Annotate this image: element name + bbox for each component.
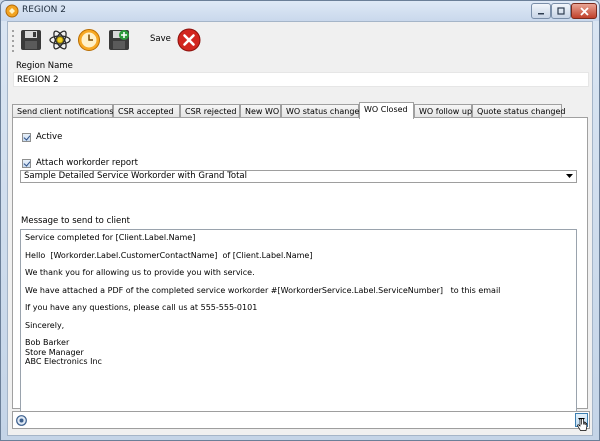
history-button[interactable] bbox=[76, 26, 102, 54]
tab-send-client-notifications[interactable]: Send client notifications bbox=[12, 104, 113, 118]
form-client-area: Save Region Name REGION 2 Send client no… bbox=[7, 21, 593, 436]
title-bar[interactable]: REGION 2 bbox=[1, 1, 599, 21]
report-template-value: Sample Detailed Service Workorder with G… bbox=[24, 171, 248, 181]
wo-closed-tab-page: Active Attach workorder report Sample De… bbox=[12, 117, 588, 425]
minimize-icon bbox=[538, 13, 544, 15]
clock-icon bbox=[78, 29, 100, 51]
window-title: REGION 2 bbox=[22, 5, 66, 15]
app-icon bbox=[5, 4, 19, 18]
message-line: Service completed for [Client.Label.Name… bbox=[25, 233, 196, 242]
active-checkbox[interactable] bbox=[22, 133, 31, 142]
tab-quote-status-changed[interactable]: Quote status changed bbox=[472, 104, 566, 118]
close-icon bbox=[579, 6, 589, 16]
save-button[interactable]: Save bbox=[150, 34, 171, 44]
ok-circle-icon bbox=[16, 415, 27, 426]
tab-wo-follow-up[interactable]: WO follow up bbox=[414, 104, 472, 118]
close-window-button[interactable] bbox=[571, 3, 597, 19]
message-line: Hello [Workorder.Label.CustomerContactNa… bbox=[25, 250, 313, 260]
tab-wo-closed[interactable]: WO Closed bbox=[359, 102, 414, 119]
report-template-select[interactable]: Sample Detailed Service Workorder with G… bbox=[20, 170, 577, 183]
tab-csr-accepted[interactable]: CSR accepted bbox=[113, 104, 180, 118]
chevron-down-icon bbox=[566, 174, 573, 178]
floppy-disk-plus-icon bbox=[109, 30, 129, 50]
minimize-button[interactable] bbox=[531, 3, 551, 19]
atom-icon bbox=[49, 30, 71, 50]
region-name-input[interactable]: REGION 2 bbox=[13, 72, 589, 87]
attach-workorder-report-label: Attach workorder report bbox=[36, 158, 138, 168]
delete-button[interactable] bbox=[176, 26, 202, 54]
maximize-button[interactable] bbox=[551, 3, 571, 19]
message-line: If you have any questions, please call u… bbox=[25, 303, 258, 312]
message-line: Store Manager bbox=[25, 347, 84, 357]
footer-bar bbox=[12, 411, 590, 431]
message-line: ABC Electronics Inc bbox=[25, 357, 102, 366]
tab-csr-rejected[interactable]: CSR rejected bbox=[180, 104, 240, 118]
application-window: REGION 2 Save Region Name REGION 2 Send … bbox=[0, 0, 600, 441]
delete-icon bbox=[177, 28, 201, 52]
save-new-button[interactable] bbox=[106, 26, 132, 54]
tab-new-wo[interactable]: New WO bbox=[240, 104, 281, 118]
schedule-button[interactable] bbox=[47, 26, 73, 54]
message-line: We have attached a PDF of the completed … bbox=[25, 285, 501, 295]
toolbar: Save bbox=[8, 22, 592, 58]
report-template-dropdown-button[interactable] bbox=[563, 171, 576, 182]
attach-workorder-report-checkbox[interactable] bbox=[22, 159, 31, 168]
field-selector-combo[interactable] bbox=[12, 411, 590, 429]
message-label: Message to send to client bbox=[21, 216, 130, 226]
message-line: We thank you for allowing us to provide … bbox=[25, 268, 255, 277]
active-label: Active bbox=[36, 132, 63, 142]
message-textarea[interactable]: Service completed for [Client.Label.Name… bbox=[20, 229, 577, 425]
toolbar-grip-icon bbox=[12, 30, 14, 52]
floppy-disk-icon bbox=[21, 30, 41, 50]
message-line: Sincerely, bbox=[25, 320, 65, 330]
maximize-icon bbox=[557, 7, 565, 15]
region-name-label: Region Name bbox=[16, 61, 73, 71]
save-close-button[interactable] bbox=[18, 26, 44, 54]
tab-wo-status-changed[interactable]: WO status changed bbox=[281, 104, 364, 118]
message-line: Bob Barker bbox=[25, 338, 70, 347]
mouse-cursor-icon bbox=[577, 418, 588, 431]
